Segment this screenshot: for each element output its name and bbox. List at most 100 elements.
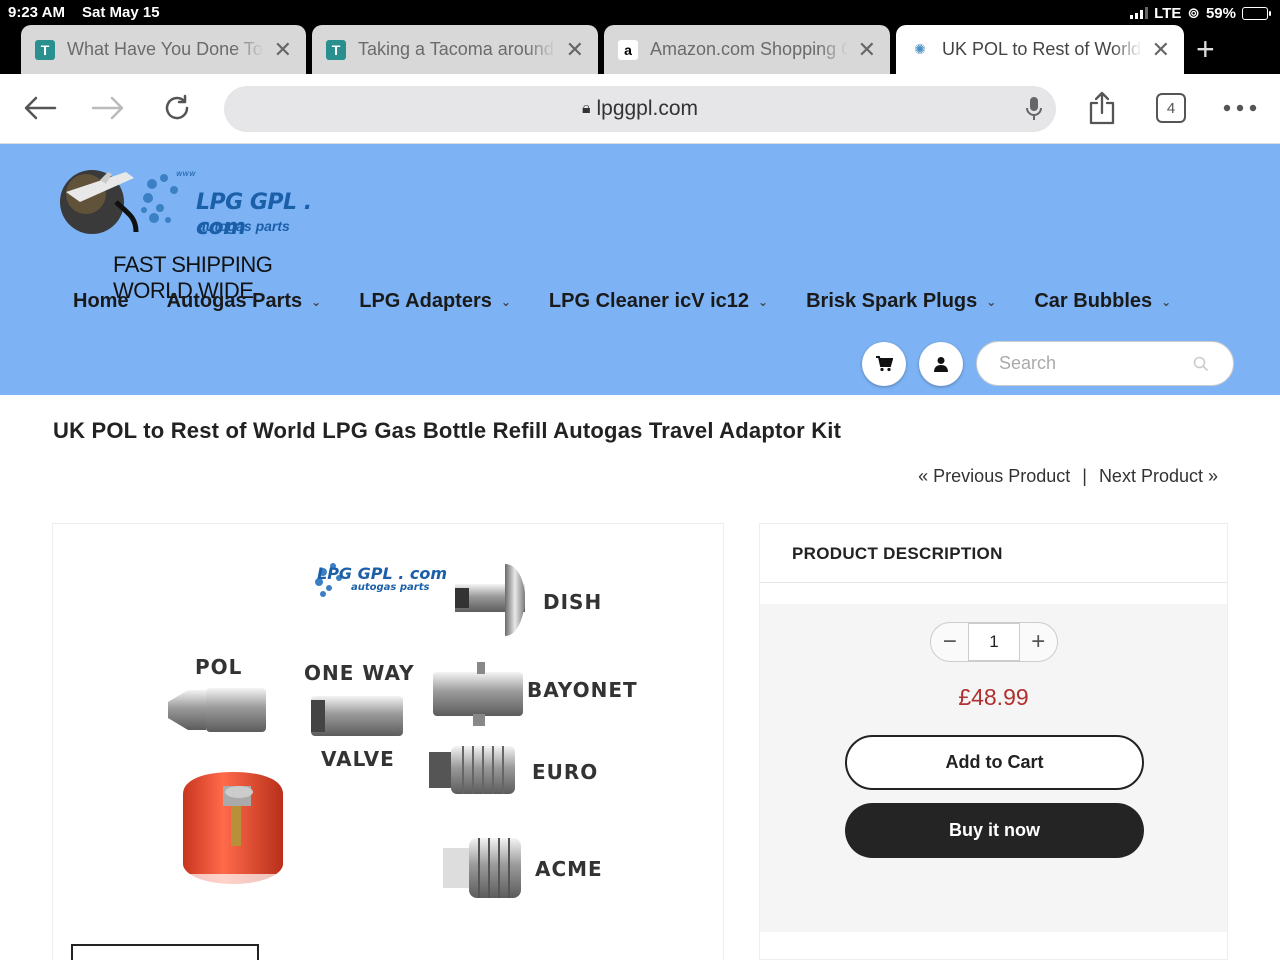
image-logo-text: LPG GPL . com: [317, 564, 448, 583]
label-acme: ACME: [535, 857, 603, 881]
nav-lpg-adapters[interactable]: LPG Adapters ⌄: [359, 290, 511, 313]
account-button[interactable]: [919, 342, 963, 386]
product-description-heading[interactable]: PRODUCT DESCRIPTION: [792, 544, 1003, 564]
orientation-lock-icon: ⊚: [1187, 5, 1200, 22]
tab-count: 4: [1156, 93, 1186, 123]
close-tab-icon[interactable]: ✕: [274, 37, 292, 63]
site-header: www LPG GPL . com autogas parts FAST SHI…: [0, 144, 1280, 395]
cart-icon: [876, 356, 893, 372]
nav-label: Autogas Parts: [166, 290, 303, 312]
chevron-down-icon: ⌄: [311, 294, 322, 309]
divider: [760, 582, 1227, 583]
url-text: lpggpl.com: [596, 97, 699, 120]
nav-label: Home: [73, 290, 129, 312]
previous-product-link[interactable]: « Previous Product: [918, 466, 1070, 487]
browser-top-chrome: 9:23 AM Sat May 15 LTE ⊚ 59% T What Have…: [0, 0, 1280, 74]
gallery-thumbnail[interactable]: [523, 952, 583, 960]
tab-title: What Have You Done To Your: [67, 39, 264, 59]
nav-label: Brisk Spark Plugs: [806, 290, 978, 312]
tab-title: UK POL to Rest of World: [942, 39, 1142, 59]
new-tab-icon[interactable]: +: [1196, 33, 1215, 65]
label-bayonet: BAYONET: [527, 678, 638, 702]
product-pagination: « Previous Product | Next Product »: [918, 466, 1218, 487]
cart-button[interactable]: [862, 342, 906, 386]
quantity-increase-button[interactable]: +: [1020, 623, 1057, 661]
more-icon[interactable]: [1220, 88, 1260, 128]
status-time: 9:23 AM: [8, 4, 65, 21]
tab-title: Taking a Tacoma around the: [358, 39, 556, 59]
nav-car-bubbles[interactable]: Car Bubbles ⌄: [1034, 290, 1171, 313]
chevron-down-icon: ⌄: [500, 294, 511, 309]
browser-tab-active[interactable]: ✺ UK POL to Rest of World ✕: [896, 25, 1184, 74]
gallery-thumbnail-selected[interactable]: [71, 944, 259, 960]
search-input[interactable]: [999, 353, 1179, 374]
status-indicators: LTE ⊚ 59%: [1130, 4, 1271, 22]
pol-fitting: [168, 688, 266, 732]
search-icon[interactable]: [1193, 356, 1209, 377]
browser-tab[interactable]: a Amazon.com Shopping Cart ✕: [604, 25, 890, 74]
nav-label: Car Bubbles: [1034, 290, 1153, 312]
gas-bottle: [173, 772, 303, 890]
quantity-decrease-button[interactable]: −: [931, 623, 968, 661]
purchase-box: − 1 + £48.99 Add to Cart Buy it now: [760, 604, 1227, 932]
microphone-icon[interactable]: [1026, 96, 1042, 128]
label-one-way: ONE WAY: [304, 661, 415, 685]
globe-plane-icon: www: [60, 169, 196, 234]
nav-brisk-spark-plugs[interactable]: Brisk Spark Plugs ⌄: [806, 290, 996, 313]
nav-autogas-parts[interactable]: Autogas Parts ⌄: [167, 290, 322, 313]
product-gallery[interactable]: LPG GPL . com autogas parts POL ONE WAY …: [52, 523, 724, 960]
tab-title: Amazon.com Shopping Cart: [650, 39, 848, 59]
status-bar: 9:23 AM Sat May 15 LTE ⊚ 59%: [0, 0, 1280, 24]
label-valve: VALVE: [321, 747, 395, 771]
cellular-signal-icon: [1130, 7, 1149, 19]
product-price: £48.99: [958, 684, 1029, 710]
tab-switcher-button[interactable]: 4: [1151, 88, 1191, 128]
image-logo-subtitle: autogas parts: [351, 582, 430, 593]
close-tab-icon[interactable]: ✕: [1152, 37, 1170, 63]
nav-home[interactable]: Home: [73, 290, 129, 313]
chevron-down-icon: ⌄: [758, 294, 769, 309]
product-description-panel: PRODUCT DESCRIPTION − 1 + £48.99 Add to …: [759, 523, 1228, 960]
quantity-stepper: − 1 +: [930, 622, 1058, 662]
forward-arrow-icon[interactable]: [88, 88, 128, 128]
lock-icon: 🔒︎: [581, 100, 591, 117]
status-date: Sat May 15: [82, 4, 160, 21]
nav-lpg-cleaner[interactable]: LPG Cleaner icV ic12 ⌄: [549, 290, 768, 313]
battery-percent: 59%: [1205, 4, 1236, 22]
chevron-down-icon: ⌄: [1161, 294, 1172, 309]
gallery-thumbnail[interactable]: [331, 952, 391, 960]
chevron-down-icon: ⌄: [986, 294, 997, 309]
browser-tab[interactable]: T What Have You Done To Your ✕: [21, 25, 306, 74]
logo-subtitle: autogas parts: [198, 218, 290, 234]
close-tab-icon[interactable]: ✕: [858, 37, 876, 63]
next-product-label: Next Product: [1098, 466, 1203, 486]
close-tab-icon[interactable]: ✕: [566, 37, 584, 63]
browser-toolbar: 🔒︎ lpggpl.com 4: [0, 74, 1280, 144]
tw-favicon-icon: T: [326, 39, 346, 60]
back-arrow-icon[interactable]: [20, 88, 60, 128]
nav-label: LPG Cleaner icV ic12: [548, 290, 750, 312]
previous-product-label: Previous Product: [933, 466, 1071, 486]
address-bar[interactable]: 🔒︎ lpggpl.com: [224, 86, 1056, 132]
next-product-link[interactable]: Next Product »: [1099, 466, 1218, 487]
quantity-input[interactable]: 1: [968, 623, 1020, 661]
pagination-separator: |: [1082, 466, 1087, 486]
label-pol: POL: [195, 655, 243, 679]
network-type: LTE: [1154, 4, 1182, 22]
site-logo[interactable]: www LPG GPL . com autogas parts FAST SHI…: [56, 162, 356, 303]
add-to-cart-button[interactable]: Add to Cart: [845, 735, 1144, 790]
search-box: [976, 341, 1234, 386]
tab-strip: T What Have You Done To Your ✕ T Taking …: [0, 25, 1280, 74]
label-dish: DISH: [543, 590, 603, 614]
tw-favicon-icon: T: [35, 39, 55, 60]
buy-now-button[interactable]: Buy it now: [845, 803, 1144, 858]
browser-tab[interactable]: T Taking a Tacoma around the ✕: [312, 25, 598, 74]
reload-icon[interactable]: [157, 88, 197, 128]
nav-label: LPG Adapters: [359, 290, 492, 312]
product-title: UK POL to Rest of World LPG Gas Bottle R…: [53, 418, 842, 443]
user-icon: [934, 357, 948, 372]
main-nav: Home Autogas Parts ⌄ LPG Adapters ⌄ LPG Cl…: [73, 290, 1209, 313]
share-icon[interactable]: [1082, 88, 1122, 128]
lpg-favicon-icon: ✺: [914, 41, 926, 57]
label-euro: EURO: [532, 760, 599, 784]
